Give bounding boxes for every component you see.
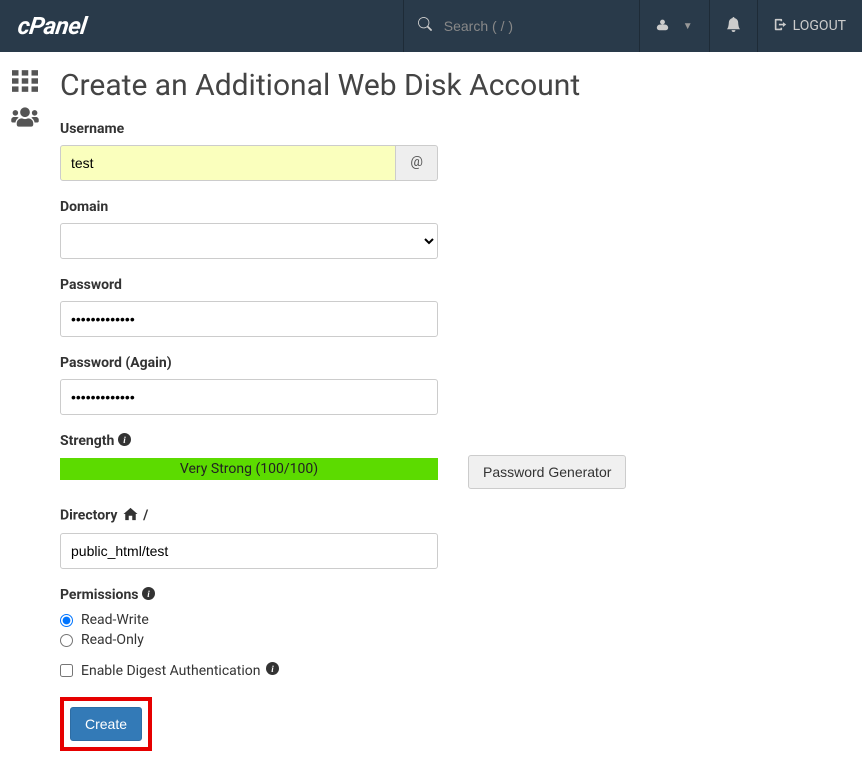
page-title: Create an Additional Web Disk Account: [60, 68, 830, 103]
grid-icon: [12, 70, 38, 96]
search-container[interactable]: [403, 0, 639, 52]
permission-readonly-label: Read-Only: [81, 632, 144, 648]
info-icon: i: [142, 589, 155, 604]
username-input[interactable]: [60, 145, 396, 181]
directory-input[interactable]: [60, 533, 438, 569]
logout-label: LOGOUT: [793, 18, 846, 34]
permissions-label: Permissions i: [60, 587, 830, 604]
sidebar: [0, 52, 50, 781]
domain-label: Domain: [60, 199, 830, 215]
info-icon: i: [266, 662, 279, 679]
strength-meter: Very Strong (100/100): [60, 458, 438, 480]
domain-select[interactable]: [60, 223, 438, 259]
notifications-button[interactable]: [709, 0, 757, 52]
permission-readwrite-radio[interactable]: [60, 614, 73, 627]
at-addon: @: [396, 145, 438, 181]
password-label: Password: [60, 277, 830, 293]
home-icon: [123, 510, 141, 525]
create-highlight: Create: [60, 697, 152, 751]
username-label: Username: [60, 121, 830, 137]
permission-readonly-radio[interactable]: [60, 634, 73, 647]
create-button[interactable]: Create: [70, 707, 142, 741]
logout-icon: [774, 18, 787, 35]
logout-button[interactable]: LOGOUT: [757, 0, 862, 52]
permission-readwrite-label: Read-Write: [81, 612, 149, 628]
password-again-input[interactable]: [60, 379, 438, 415]
directory-label: Directory /: [60, 507, 830, 525]
search-icon: [418, 17, 432, 35]
user-menu[interactable]: ▼: [639, 0, 709, 52]
top-header: cPanel ▼ LOGOUT: [0, 0, 862, 52]
bell-icon: [726, 17, 741, 36]
password-again-label: Password (Again): [60, 355, 830, 371]
sidebar-apps-button[interactable]: [5, 66, 45, 100]
user-icon: [656, 18, 669, 35]
strength-label: Strength i: [60, 433, 438, 450]
chevron-down-icon: ▼: [683, 21, 693, 32]
cpanel-logo: cPanel: [0, 12, 104, 40]
digest-auth-checkbox[interactable]: [60, 664, 73, 677]
info-icon: i: [118, 435, 131, 450]
sidebar-users-button[interactable]: [5, 102, 45, 136]
users-icon: [11, 106, 39, 132]
digest-auth-label: Enable Digest Authentication: [81, 663, 260, 679]
password-input[interactable]: [60, 301, 438, 337]
search-input[interactable]: [444, 18, 625, 34]
main-content: Create an Additional Web Disk Account Us…: [50, 52, 850, 781]
password-generator-button[interactable]: Password Generator: [468, 455, 626, 489]
